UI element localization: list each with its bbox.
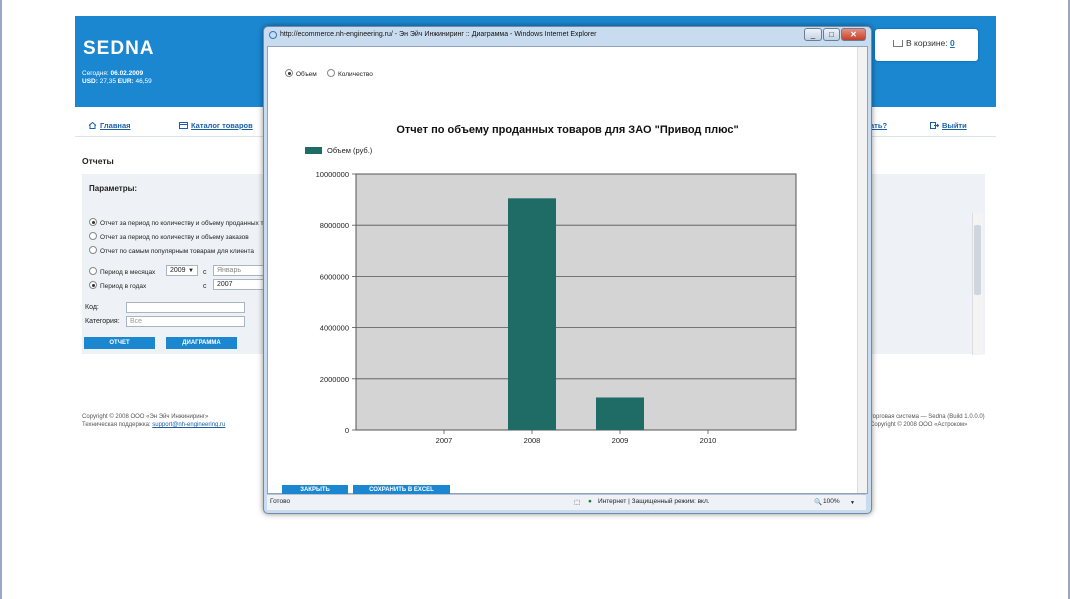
today-label: Сегодня: (82, 70, 109, 77)
cart-box: В корзине: 0 (875, 29, 978, 61)
footer-left: Copyright © 2008 ООО «Эн Эйч Инжиниринг»… (82, 413, 225, 429)
from-label-months: с (203, 269, 207, 276)
status-ready: Готово (270, 498, 291, 505)
support-email-link[interactable]: support@nh-engineering.ru (152, 422, 225, 428)
nav-help[interactable]: ать? (870, 121, 887, 130)
report-option-sales[interactable]: Отчет за период по количеству и объему п… (89, 218, 267, 227)
nav-home-label: Главная (100, 121, 131, 130)
minimize-button[interactable]: _ (804, 28, 822, 41)
bar-chart: 10000000 8000000 6000000 4000000 2000000 0 200… (316, 170, 797, 445)
popup-content: Объем Количество Отчет по объему проданн… (267, 46, 868, 496)
category-input[interactable]: Все (126, 316, 245, 327)
nav-logout-label: Выйти (942, 121, 967, 130)
scrollbar-thumb[interactable] (974, 225, 981, 295)
category-label: Категория: (85, 318, 120, 325)
cart-count-link[interactable]: 0 (950, 38, 955, 48)
y-tick-label: 0 (345, 426, 349, 435)
x-tick-label: 2007 (436, 436, 453, 445)
cart-summary: В корзине: 0 (906, 38, 955, 48)
y-tick-label: 6000000 (320, 272, 349, 281)
y-tick-label: 4000000 (320, 324, 349, 333)
eur-value: 46,59 (135, 78, 152, 85)
logout-icon (930, 122, 939, 129)
volume-radio[interactable]: Объем (285, 69, 317, 78)
params-title: Параметры: (89, 184, 138, 193)
diagram-button[interactable]: ДИАГРАММА (166, 337, 237, 349)
nav-home[interactable]: Главная (88, 121, 131, 130)
report-button[interactable]: ОТЧЕТ (84, 337, 155, 349)
quantity-radio[interactable]: Количество (327, 69, 373, 78)
popup-scrollbar[interactable] (857, 47, 867, 493)
report-option-popular[interactable]: Отчет по самым популярным товарам для кл… (89, 246, 254, 255)
sedna-logo[interactable]: SEDNA (83, 38, 155, 60)
window-frame-left (0, 0, 2, 599)
zoom-icon: 🔍 (814, 499, 823, 506)
nav-logout[interactable]: Выйти (930, 121, 967, 130)
copyright-text: Copyright © 2008 ООО «Эн Эйч Инжиниринг» (82, 414, 209, 420)
year-field[interactable]: 2007 (213, 279, 268, 290)
usd-label: USD: (82, 78, 98, 85)
catalog-icon (179, 122, 188, 129)
bar-2009 (596, 397, 644, 430)
zoom-level[interactable]: 100% (823, 498, 840, 505)
plot-area (355, 173, 797, 431)
page-title: Отчеты (82, 156, 114, 166)
report-option-orders[interactable]: Отчет за период по количеству и объему з… (89, 232, 249, 241)
y-tick-label: 2000000 (320, 375, 349, 384)
window-title: http://ecommerce.nh-engineering.ru/ - Эн… (280, 31, 597, 38)
from-label-years: с (203, 283, 207, 290)
eur-label: EUR: (117, 78, 134, 85)
support-label: Техническая поддержка: (82, 422, 151, 428)
chevron-down-icon: ▼ (188, 268, 194, 274)
cart-label: В корзине: (906, 38, 948, 48)
ie-statusbar: Готово ⬚ ● Интернет | Защищенный режим: … (267, 494, 866, 510)
code-label: Код: (85, 304, 99, 311)
ie-popup-window: http://ecommerce.nh-engineering.ru/ - Эн… (263, 26, 872, 514)
chart-title: Отчет по объему проданных товаров для ЗА… (396, 124, 739, 136)
period-months-radio[interactable]: Период в месяцах (89, 267, 155, 276)
x-tick-label: 2010 (700, 436, 717, 445)
today-date: 06.02.2009 (110, 70, 144, 77)
cart-icon (893, 40, 903, 47)
bar-2008 (508, 198, 556, 430)
x-tick-label: 2008 (524, 436, 541, 445)
nav-catalog[interactable]: Каталог товаров (179, 121, 253, 130)
window-titlebar[interactable]: http://ecommerce.nh-engineering.ru/ - Эн… (264, 27, 871, 45)
page-scrollbar[interactable] (972, 213, 983, 355)
ie-icon (269, 31, 277, 39)
y-tick-label: 8000000 (320, 221, 349, 230)
build-text: торговая система — Sedna (Build 1.0.0.0) (870, 414, 985, 420)
year-select[interactable]: 2009 ▼ (166, 265, 198, 276)
globe-icon: ● (588, 498, 592, 505)
zoom-chevron-down-icon[interactable]: ▼ (850, 500, 855, 506)
code-input[interactable] (126, 302, 245, 313)
security-zone-icon: ⬚ (574, 499, 581, 506)
copyright-astrocom: Copyright © 2008 ООО «Астроком» (870, 422, 968, 428)
status-zone: Интернет | Защищенный режим: вкл. (598, 498, 710, 505)
date-rates: Сегодня: 06.02.2009 USD: 27,35 EUR: 46,5… (82, 70, 152, 86)
footer-right: торговая система — Sedna (Build 1.0.0.0)… (870, 413, 985, 429)
y-tick-label: 10000000 (316, 170, 349, 179)
nav-catalog-label: Каталог товаров (191, 121, 253, 130)
period-years-radio[interactable]: Период в годах (89, 281, 146, 290)
home-icon (88, 122, 97, 129)
usd-value: 27,35 (99, 78, 116, 85)
x-tick-label: 2009 (612, 436, 629, 445)
month-field[interactable]: Январь (213, 265, 268, 276)
maximize-button[interactable]: □ (823, 28, 840, 41)
close-window-button[interactable]: ✕ (841, 28, 866, 41)
